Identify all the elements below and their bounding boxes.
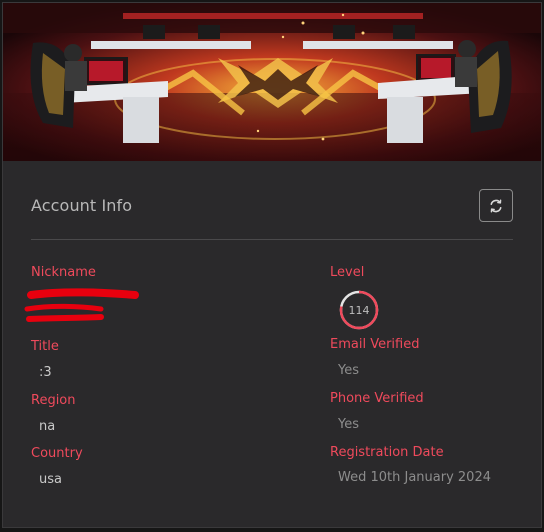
level-label: Level	[330, 265, 365, 280]
account-info-card: Account Info Nickname Title :3 Region na…	[2, 2, 542, 528]
country-value: usa	[39, 472, 62, 487]
email-verified-value: Yes	[338, 363, 359, 378]
nickname-redaction	[24, 288, 139, 322]
registration-date-value: Wed 10th January 2024	[338, 470, 491, 485]
level-ring: 114	[338, 289, 380, 331]
phone-verified-label: Phone Verified	[330, 391, 424, 406]
email-verified-label: Email Verified	[330, 337, 420, 352]
level-value: 114	[348, 303, 370, 317]
title-label: Title	[31, 339, 59, 354]
registration-date-label: Registration Date	[330, 445, 444, 460]
region-value: na	[39, 419, 56, 434]
country-label: Country	[31, 446, 83, 461]
region-label: Region	[31, 393, 76, 408]
phone-verified-value: Yes	[338, 417, 359, 432]
title-value: :3	[39, 365, 52, 380]
nickname-label: Nickname	[31, 265, 96, 280]
profile-banner	[3, 3, 541, 161]
refresh-icon	[490, 199, 502, 213]
account-info-title: Account Info	[31, 196, 133, 215]
header-divider	[31, 239, 513, 240]
refresh-button[interactable]	[479, 189, 513, 222]
